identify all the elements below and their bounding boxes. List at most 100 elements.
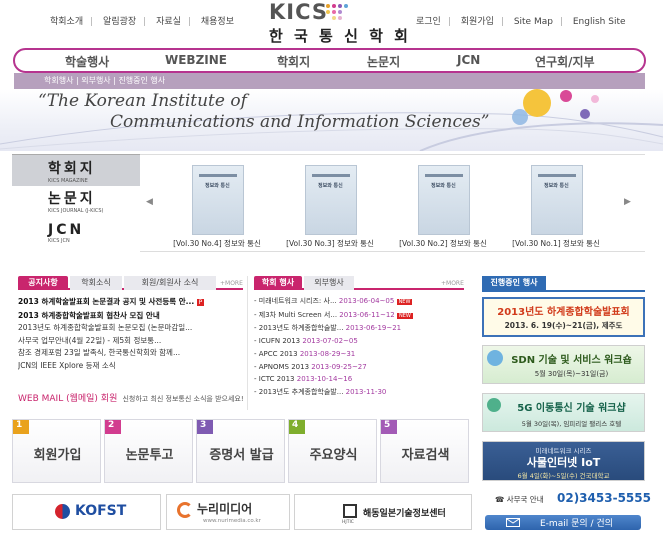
tab-ongoing-events[interactable]: 진행중인 행사 xyxy=(482,276,546,290)
nav-item-research-groups[interactable]: 연구회/지부 xyxy=(535,53,595,70)
partner-haedong-label: 해동일본기술정보센터 xyxy=(363,509,446,519)
tab-journal[interactable]: 논문지 KICS JOURNAL (J-KICS) xyxy=(12,188,140,220)
magazine-carousel: ◀ 정보와 통신 [Vol.30 No.4] 정보와 통신 정보와 통신 [Vo… xyxy=(140,154,645,252)
magazine-caption: [Vol.30 No.1] 정보와 통신 xyxy=(512,239,600,248)
ongoing-banner-iot[interactable]: 미래네트워크 시리즈 사물인터넷 IoT 6월 4일(화)~5일(수) 건국대학… xyxy=(482,441,645,481)
magazine-caption: [Vol.30 No.4] 정보와 통신 xyxy=(173,239,261,248)
main-nav: 학술행사 WEBZINE 학회지 논문지 JCN 연구회/지부 xyxy=(13,48,646,73)
tab-jcn[interactable]: JCN KICS JCN xyxy=(12,222,140,254)
util-links-right: 로그인 | 회원가입 | Site Map | English Site xyxy=(416,14,626,27)
magazine-cover: 정보와 통신 xyxy=(418,165,470,235)
quick-number: 3 xyxy=(197,420,213,434)
quick-number: 2 xyxy=(105,420,121,434)
list-item[interactable]: 2013 하계종합학술발표회 협찬사 모집 안내 xyxy=(18,310,240,323)
magazine-cover: 정보와 통신 xyxy=(531,165,583,235)
ongoing-sub: 6월 4일(화)~5일(수) 건국대학교 xyxy=(517,472,610,480)
tab-journal-title: 논문지 xyxy=(48,191,96,207)
tab-notice[interactable]: 공지사항 xyxy=(18,276,68,290)
tab-news[interactable]: 학회소식 xyxy=(70,276,122,290)
ongoing-sub: 5월 30일(목), 임피리얼 팰리스 호텔 xyxy=(521,420,622,428)
tab-magazine-sub: KICS MAGAZINE xyxy=(48,178,88,184)
link-archive[interactable]: 자료실 xyxy=(156,14,181,27)
list-item[interactable]: - APNOMS 2013 2013-09-25~27 xyxy=(254,361,469,374)
link-english[interactable]: English Site xyxy=(573,17,626,27)
ongoing-title: 2013년도 하계종합학술발표회 xyxy=(497,307,630,318)
list-item[interactable]: - ICTC 2013 2013-10-14~16 xyxy=(254,373,469,386)
magazine-cover: 정보와 통신 xyxy=(192,165,244,235)
quick-label: 논문투고 xyxy=(125,448,174,463)
notice-more-link[interactable]: +MORE xyxy=(220,280,243,287)
magazine-item[interactable]: 정보와 통신 [Vol.30 No.4] 정보와 통신 xyxy=(162,165,272,250)
ongoing-title: 5G 이동통신 기술 워크샵 xyxy=(517,403,626,414)
list-item[interactable]: JCN의 IEEE Xplore 등재 소식 xyxy=(18,360,240,373)
email-inquiry-label: E-mail 문의 / 건의 xyxy=(540,519,613,529)
partner-nurimedia[interactable]: 누리미디어 www.nurimedia.co.kr xyxy=(166,494,290,530)
divider xyxy=(247,276,248,410)
next-arrow-icon[interactable]: ▶ xyxy=(624,197,631,207)
ongoing-banner-sdn[interactable]: SDN 기술 및 서비스 워크숍 5월 30일(목)~31일(금) xyxy=(482,345,645,384)
nurimedia-logo-icon xyxy=(177,502,193,518)
contact-phone: 02)3453-5555 xyxy=(557,491,651,505)
list-item[interactable]: 사무국 업무안내(4월 22일) - 제5회 정보통... xyxy=(18,335,240,348)
prev-arrow-icon[interactable]: ◀ xyxy=(146,197,153,207)
nav-item-conference[interactable]: 학술행사 xyxy=(65,53,109,70)
publication-tabs: 학회지 KICS MAGAZINE 논문지 KICS JOURNAL (J-KI… xyxy=(12,154,140,252)
event-more-link[interactable]: +MORE xyxy=(441,280,464,287)
list-item[interactable]: - APCC 2013 2013-08-29~31 xyxy=(254,348,469,361)
list-item[interactable]: 참조 경제포럼 23일 발족식, 한국통신학회와 함께... xyxy=(18,347,240,360)
nav-item-webzine[interactable]: WEBZINE xyxy=(165,53,227,67)
list-item[interactable]: - 제3차 Multi Screen 서... 2013-06-11~12 NE… xyxy=(254,309,469,323)
magazine-item[interactable]: 정보와 통신 [Vol.30 No.1] 정보와 통신 xyxy=(501,165,611,250)
ongoing-title: SDN 기술 및 서비스 워크숍 xyxy=(511,355,632,366)
tab-journal-sub: KICS JOURNAL (J-KICS) xyxy=(48,208,104,214)
sub-nav-breadcrumb[interactable]: 학회행사 | 외부행사 | 진행중인 행사 xyxy=(14,73,645,89)
webmail-desc: 신청하고 최신 정보통신 소식을 받으세요! xyxy=(122,395,244,403)
logo-korean-name: 한 국 통 신 학 회 xyxy=(269,27,411,45)
page: { "header": { "left_links": ["학회소개", "알림… xyxy=(0,0,663,537)
tab-kics-events[interactable]: 학회 행사 xyxy=(254,276,302,290)
list-item[interactable]: - ICUFN 2013 2013-07-02~05 xyxy=(254,335,469,348)
list-item[interactable]: 2013년도 하계종합학술발표회 논문모집 (논문마감일... xyxy=(18,322,240,335)
partner-kofst-label: KOFST xyxy=(75,503,127,519)
link-notice-square[interactable]: 알림광장 xyxy=(103,14,136,27)
link-login[interactable]: 로그인 xyxy=(416,14,441,27)
quick-label: 주요양식 xyxy=(309,448,358,463)
kofst-logo-icon xyxy=(55,504,70,519)
link-about[interactable]: 학회소개 xyxy=(50,14,83,27)
magazine-item[interactable]: 정보와 통신 [Vol.30 No.2] 정보와 통신 xyxy=(388,165,498,250)
partner-kofst[interactable]: KOFST xyxy=(12,494,161,530)
ongoing-banner-summer-conf[interactable]: 2013년도 하계종합학술발표회 2013. 6. 19(수)~21(금), 제… xyxy=(482,297,645,337)
webmail-banner[interactable]: WEB MAIL (웹메일) 회원 신청하고 최신 정보통신 소식을 받으세요! xyxy=(18,386,244,405)
list-item[interactable]: - 2013년도 추계종합학술발... 2013-11-30 xyxy=(254,386,469,399)
nav-item-journal[interactable]: 논문지 xyxy=(367,53,400,70)
site-logo[interactable]: KICS 한 국 통 신 학 회 xyxy=(266,0,408,46)
magazine-caption: [Vol.30 No.2] 정보와 통신 xyxy=(399,239,487,248)
notice-tabs: 공지사항 학회소식 회원/회원사 소식 xyxy=(18,276,243,290)
partner-haedong[interactable]: HJTIC 해동일본기술정보센터 xyxy=(294,494,472,530)
link-sitemap[interactable]: Site Map xyxy=(514,17,553,27)
quick-certificate-button[interactable]: 3 증명서 발급 xyxy=(196,419,285,483)
link-jobs[interactable]: 채용정보 xyxy=(201,14,234,27)
tab-magazine[interactable]: 학회지 KICS MAGAZINE xyxy=(12,154,140,186)
tab-external-events[interactable]: 외부행사 xyxy=(304,276,354,290)
new-badge: NEW xyxy=(396,312,413,319)
tab-member-news[interactable]: 회원/회원사 소식 xyxy=(124,276,216,290)
magazine-item[interactable]: 정보와 통신 [Vol.30 No.3] 정보와 통신 xyxy=(275,165,385,250)
quick-submit-paper-button[interactable]: 2 논문투고 xyxy=(104,419,193,483)
list-item[interactable]: - 미래네트워크 시리즈: 사... 2013-06-04~05 NEW xyxy=(254,295,469,309)
quick-join-button[interactable]: 1 회원가입 xyxy=(12,419,101,483)
partner-nurimedia-label: 누리미디어 xyxy=(197,502,253,516)
haedong-logo-icon xyxy=(343,504,357,518)
nav-item-magazine[interactable]: 학회지 xyxy=(277,53,310,70)
quick-number: 1 xyxy=(13,420,29,434)
quick-label: 자료검색 xyxy=(401,448,450,463)
list-item[interactable]: - 2013년도 하계종합학술발... 2013-06-19~21 xyxy=(254,322,469,335)
email-inquiry-button[interactable]: E-mail 문의 / 건의 xyxy=(485,515,641,530)
ongoing-banner-5g[interactable]: 5G 이동통신 기술 워크샵 5월 30일(목), 임피리얼 팰리스 호텔 xyxy=(482,393,645,432)
list-item[interactable]: 2013 하계학술발표회 논문결과 공지 및 사전등록 안... P xyxy=(18,296,240,310)
link-join[interactable]: 회원가입 xyxy=(461,14,494,27)
quick-forms-button[interactable]: 4 주요양식 xyxy=(288,419,377,483)
nav-item-jcn[interactable]: JCN xyxy=(457,53,480,67)
quick-search-button[interactable]: 5 자료검색 xyxy=(380,419,469,483)
mail-icon xyxy=(506,518,520,527)
